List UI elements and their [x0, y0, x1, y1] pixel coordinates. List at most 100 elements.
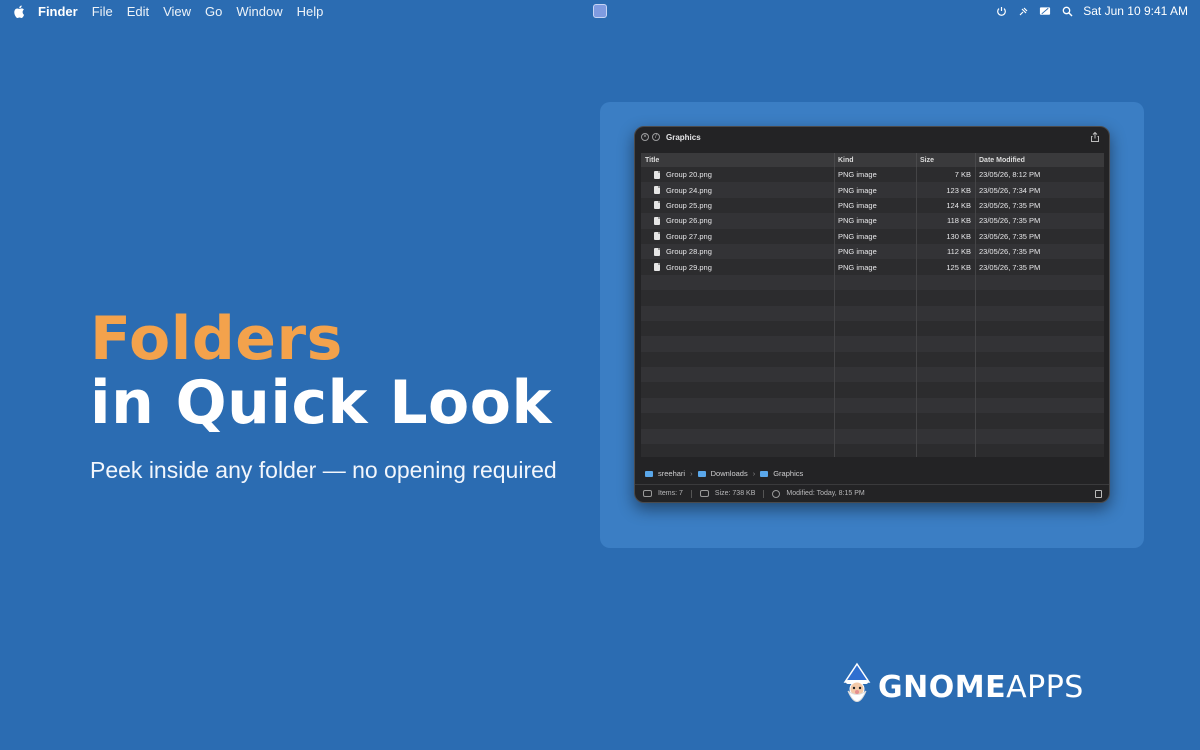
cell-size — [916, 382, 975, 398]
power-icon[interactable] — [995, 5, 1007, 17]
column-title[interactable]: Title — [641, 153, 834, 167]
cell-kind — [834, 305, 916, 321]
cell-date-modified-text: 23/05/26, 7:35 PM — [979, 247, 1041, 257]
path-item-downloads[interactable]: Downloads — [711, 469, 748, 478]
logo-text-apps: APPS — [1006, 669, 1084, 705]
cell-date-modified — [975, 305, 1104, 321]
cell-kind — [834, 397, 916, 414]
gnome-icon — [843, 662, 871, 702]
window-titlebar: × / Graphics — [635, 127, 1109, 147]
cell-name — [641, 382, 834, 397]
cell-date-modified-text: 23/05/26, 7:35 PM — [979, 216, 1041, 226]
menu-window[interactable]: Window — [236, 4, 282, 19]
cell-kind: PNG image — [834, 243, 916, 260]
path-bar: sreehari › Downloads › Graphics — [645, 469, 803, 478]
table-row[interactable]: Group 25.png PNG image 124 KB 23/05/26, 7:3… — [641, 197, 1104, 214]
cell-kind — [834, 274, 916, 291]
cell-date-modified — [975, 382, 1104, 398]
menu-file[interactable]: File — [92, 4, 113, 19]
empty-row — [641, 413, 1104, 429]
cell-date-modified — [975, 290, 1104, 306]
empty-row — [641, 444, 1104, 457]
menu-go[interactable]: Go — [205, 4, 222, 19]
cell-date-modified: 23/05/26, 7:34 PM — [975, 182, 1104, 198]
cell-kind-text: PNG image — [838, 170, 877, 180]
cell-date-modified-text: 23/05/26, 7:35 PM — [979, 262, 1041, 272]
empty-row — [641, 305, 1104, 321]
menu-bar: Finder File Edit View Go Window Help Sat… — [0, 0, 1200, 22]
file-icon — [654, 232, 660, 241]
path-item-sreehari[interactable]: sreehari — [658, 469, 685, 478]
cell-date-modified — [975, 397, 1104, 414]
menu-finder[interactable]: Finder — [38, 4, 78, 19]
cell-size-text: 118 KB — [946, 216, 971, 226]
menu-edit[interactable]: Edit — [127, 4, 149, 19]
folder-icon — [645, 470, 653, 477]
table-row[interactable]: Group 29.png PNG image 125 KB 23/05/26, 7:3… — [641, 259, 1104, 275]
cell-name: Group 26.png — [641, 213, 834, 228]
status-size: Size: 738 KB — [714, 490, 756, 497]
path-item-graphics[interactable]: Graphics — [773, 469, 803, 478]
cell-date-modified: 23/05/26, 8:12 PM — [975, 167, 1104, 183]
cell-date-modified: 23/05/26, 7:35 PM — [975, 259, 1104, 275]
cell-name — [641, 429, 834, 444]
fullscreen-icon[interactable]: / — [652, 133, 660, 141]
file-icon — [654, 247, 660, 256]
cell-size — [916, 428, 975, 445]
cell-kind — [834, 290, 916, 306]
empty-row — [641, 382, 1104, 398]
items-icon — [643, 490, 652, 497]
column-size[interactable]: Size — [916, 153, 975, 167]
cell-name — [641, 398, 834, 413]
copy-icon[interactable] — [1095, 490, 1102, 498]
app-status-icon[interactable] — [593, 4, 607, 18]
table-row[interactable]: Group 28.png PNG image 112 KB 23/05/26, 7:3… — [641, 243, 1104, 260]
cell-size — [916, 305, 975, 321]
cell-size: 118 KB — [916, 213, 975, 229]
menubar-clock[interactable]: Sat Jun 10 9:41 AM — [1083, 4, 1188, 18]
cell-kind — [834, 382, 916, 398]
cell-size — [916, 397, 975, 414]
cell-size: 124 KB — [916, 197, 975, 214]
cell-date-modified — [975, 428, 1104, 445]
status-modified: Modified: Today, 8:15 PM — [786, 490, 865, 497]
cell-kind-text: PNG image — [838, 231, 877, 241]
apple-menu-icon[interactable] — [12, 5, 26, 18]
share-icon[interactable] — [1090, 131, 1100, 142]
column-date-modified[interactable]: Date Modified — [975, 153, 1104, 167]
cell-date-modified — [975, 444, 1104, 457]
empty-row — [641, 336, 1104, 352]
cell-name — [641, 352, 834, 367]
empty-row — [641, 367, 1104, 383]
folder-icon — [697, 470, 706, 477]
plug-icon[interactable] — [1017, 5, 1029, 17]
display-icon[interactable] — [1039, 5, 1051, 17]
cell-name-text: Group 28.png — [666, 247, 712, 257]
cell-name-text: Group 27.png — [666, 231, 712, 241]
menu-help[interactable]: Help — [297, 4, 324, 19]
cell-kind: PNG image — [834, 228, 916, 244]
table-row[interactable]: Group 27.png PNG image 130 KB 23/05/26, 7:3… — [641, 228, 1104, 244]
cell-size — [916, 367, 975, 383]
table-header: Title Kind Size Date Modified — [641, 153, 1104, 167]
chevron-right-icon: › — [690, 469, 693, 478]
cell-kind: PNG image — [834, 259, 916, 275]
logo-text: GNOMEAPPS — [878, 670, 1084, 705]
menu-view[interactable]: View — [163, 4, 191, 19]
column-kind[interactable]: Kind — [834, 153, 916, 167]
cell-date-modified-text: 23/05/26, 7:35 PM — [979, 231, 1041, 241]
cell-name-text: Group 20.png — [666, 170, 712, 180]
cell-name — [641, 413, 834, 428]
cell-kind-text: PNG image — [838, 247, 877, 257]
table-row[interactable]: Group 20.png PNG image 7 KB 23/05/26, 8:12 … — [641, 167, 1104, 183]
cell-size — [916, 351, 975, 368]
search-icon[interactable] — [1061, 5, 1073, 17]
table-row[interactable]: Group 24.png PNG image 123 KB 23/05/26, 7:3… — [641, 182, 1104, 198]
cell-size-text: 130 KB — [946, 231, 971, 241]
file-icon — [654, 216, 660, 225]
cell-name: Group 29.png — [641, 259, 834, 274]
table-row[interactable]: Group 26.png PNG image 118 KB 23/05/26, 7:3… — [641, 213, 1104, 229]
cell-size — [916, 274, 975, 291]
cell-size-text: 123 KB — [946, 185, 971, 195]
close-icon[interactable]: × — [641, 133, 649, 141]
